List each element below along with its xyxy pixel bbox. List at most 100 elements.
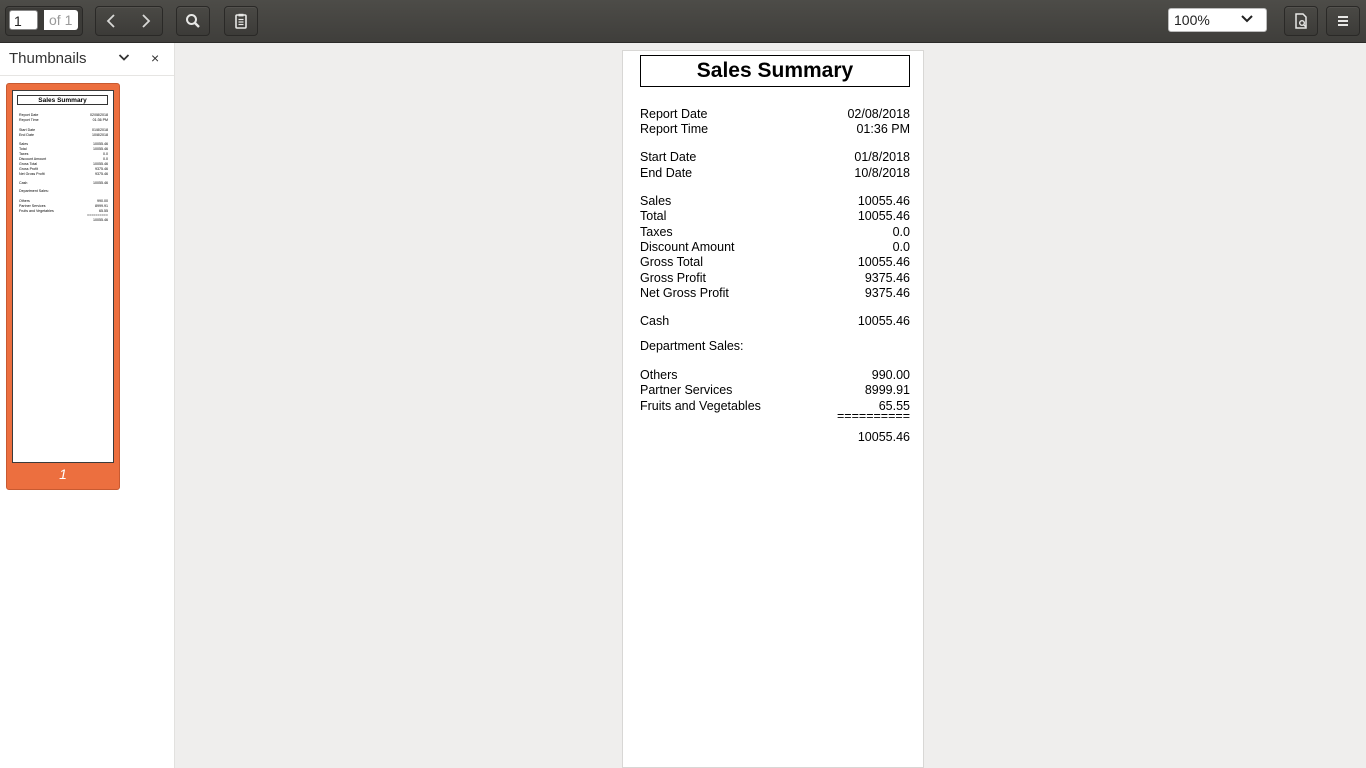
report-row-value: 990.00 [871,368,910,382]
thumbnail-row-value: 01/8/2018 [92,128,108,132]
report-row-label: End Date [640,166,693,180]
thumbnail-row: Cash 10055.46 [19,181,108,186]
report-row-label: Sales [640,194,672,208]
thumbnail-page-number: 1 [59,466,67,482]
report-row-value: ========== [837,409,910,423]
previous-page-button[interactable] [96,7,129,35]
thumbnail-row-label: Partner Services [19,204,46,208]
report-row: Start Date 01/8/2018 [640,150,910,165]
thumbnail-row-label: Total [19,147,27,151]
report-row-value: 0.0 [892,240,910,254]
thumbnail-row-value: 0.0 [103,157,108,161]
report-row-label: Others [640,368,678,382]
report-row: Department Sales: [640,339,910,354]
report-row-value: 10055.46 [857,314,910,328]
thumbnail-row-value: 10055.46 [93,181,108,185]
report-row-label: Taxes [640,225,673,239]
hamburger-menu-icon [1338,16,1348,26]
report-row: Taxes 0.0 [640,225,910,240]
report-row-value: 10055.46 [857,209,910,223]
report-row: Report Date 02/08/2018 [640,107,910,122]
page-number-input[interactable]: 1 [9,10,38,30]
next-page-button[interactable] [129,7,162,35]
close-icon[interactable]: × [151,50,159,66]
report-row: Cash 10055.46 [640,314,910,329]
chevron-right-icon [142,14,151,28]
thumbnail-row-label: Discount Amount [19,157,47,161]
thumbnail-row-label: Others [19,199,30,203]
report-row: Gross Profit 9375.46 [640,271,910,286]
thumbnail-row-label: End Date [19,133,34,137]
report-row-value: 9375.46 [864,286,910,300]
chevron-down-icon [1241,15,1253,23]
thumbnail-row-value: 9375.46 [95,172,108,176]
thumbnail-row-label: Cash [19,181,28,185]
report-row-label: Total [640,209,667,223]
report-row-label: Report Time [640,122,709,136]
report-row-label: Gross Profit [640,271,706,285]
thumbnails-sidebar: Thumbnails × Sales Summary Report Date 02… [0,43,175,768]
report-row: End Date 10/8/2018 [640,166,910,181]
thumbnail-row: 10055.46 [19,218,108,223]
page-nav-group [95,6,163,36]
report-row: 10055.46 [640,430,910,445]
thumbnail-row-label: Start Date [19,128,36,132]
report-row-value: 8999.91 [864,383,910,397]
report-row-label: Start Date [640,150,697,164]
report-row-label: Department Sales: [640,339,744,353]
thumbnail-row-value: 10055.46 [93,147,108,151]
thumbnail-row-value: 9375.46 [95,167,108,171]
report-row: Net Gross Profit 9375.46 [640,286,910,301]
report-row: Gross Total 10055.46 [640,255,910,270]
thumbnail-row: End Date 10/8/2018 [19,133,108,138]
thumbnail-row-value: 10055.46 [93,218,108,222]
report-row-label: Net Gross Profit [640,286,729,300]
report-row-value: 10/8/2018 [854,166,910,180]
report-row-label: Partner Services [640,383,733,397]
chevron-left-icon [106,14,115,28]
thumbnail-row-value: 01:36 PM [92,118,108,122]
document-properties-icon [1295,13,1307,29]
thumbnail-row-label: Report Date [19,113,39,117]
report-row-value: 02/08/2018 [847,107,910,121]
search-button[interactable] [176,6,210,36]
report-title-box: Sales Summary [640,55,910,87]
thumbnail-row-value: 10/8/2018 [92,133,108,137]
page-navigator: 1 of 1 [5,6,83,36]
report-title: Sales Summary [696,59,854,82]
thumbnail-row: Net Gross Profit 9375.46 [19,172,108,177]
menu-button[interactable] [1326,6,1360,36]
report-row-value: 10055.46 [857,430,910,444]
thumbnail-row-value: 10055.46 [93,162,108,166]
report-row: Report Time 01:36 PM [640,122,910,137]
report-row-value: 9375.46 [864,271,910,285]
report-row-value: 01/8/2018 [854,150,910,164]
thumbnail-row-value: 990.00 [97,199,108,203]
thumbnail-row-label: Department Sales: [19,189,49,193]
thumbnail-title: Sales Summary [17,95,108,105]
report-row-value: 10055.46 [857,255,910,269]
document-properties-button[interactable] [1284,6,1318,36]
search-icon [186,14,200,28]
thumbnail-row-value: ========== [87,213,108,217]
thumbnail-row-label: Gross Profit [19,167,38,171]
annotations-button[interactable] [224,6,258,36]
thumbnail-row-label: Sales [19,142,28,146]
thumbnail-row-value: 02/08/2018 [90,113,108,117]
zoom-select[interactable]: 100% [1168,8,1267,32]
chevron-down-icon[interactable] [118,53,130,62]
thumbnail-row-value: 0.0 [103,152,108,156]
report-row-value: 10055.46 [857,194,910,208]
report-row: Discount Amount 0.0 [640,240,910,255]
thumbnail-row-label: Report Time [19,118,39,122]
thumbnail-row-value: 8999.91 [95,204,108,208]
report-row-value: 0.0 [892,225,910,239]
report-row: ========== [640,409,910,424]
page-thumbnail[interactable]: Sales Summary Report Date 02/08/2018 Repor… [6,83,120,490]
zoom-value: 100% [1174,12,1210,28]
thumbnail-row-label: Gross Total [19,162,38,166]
report-row-label: Cash [640,314,670,328]
thumbnail-row-label: Taxes [19,152,29,156]
report-row-value: 01:36 PM [856,122,910,136]
clipboard-icon [235,13,247,29]
